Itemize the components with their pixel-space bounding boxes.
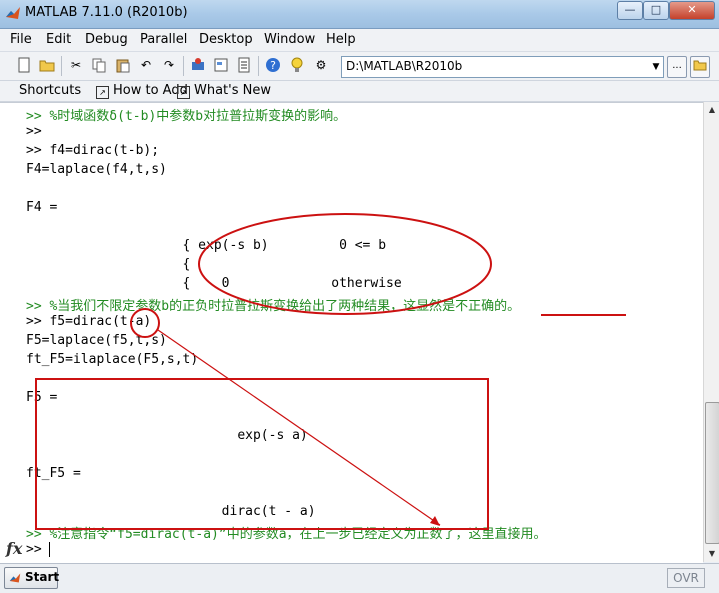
text-cursor: ​ <box>49 542 51 557</box>
simulink-icon[interactable] <box>190 57 206 73</box>
comment-line: >> %当我们不限定参数b的正负时拉普拉斯变换给出了两种结果，这显然是不正确的。 <box>26 299 521 314</box>
menu-bar: File Edit Debug Parallel Desktop Window … <box>0 29 719 52</box>
redo-icon[interactable]: ↷ <box>161 57 177 73</box>
output-line: { exp(-s b) 0 <= b <box>26 238 387 253</box>
output-line: { <box>26 257 191 272</box>
shortcut-icon: ↗ <box>177 86 190 99</box>
paste-icon[interactable] <box>115 57 131 73</box>
shortcut-icon: ↗ <box>96 86 109 99</box>
output-line: F5 = <box>26 390 58 405</box>
close-button[interactable]: ✕ <box>669 1 715 20</box>
toolbar-separator <box>258 56 259 76</box>
svg-text:?: ? <box>270 59 276 72</box>
up-folder-icon <box>693 60 707 71</box>
menu-desktop[interactable]: Desktop <box>199 32 253 47</box>
output-line: exp(-s a) <box>26 428 308 443</box>
command-line: >> <box>26 124 42 139</box>
shortcut-whats-new[interactable]: ↗ What's New <box>177 83 271 99</box>
matlab-logo-icon <box>6 7 20 19</box>
output-line: ft_F5 = <box>26 466 81 481</box>
shortcut-how-to-add[interactable]: ↗ How to Add <box>96 83 188 99</box>
open-folder-icon[interactable] <box>39 57 55 73</box>
settings-icon[interactable]: ⚙ <box>313 57 329 73</box>
command-line: F5=laplace(f5,t,s) <box>26 333 167 348</box>
guide-icon[interactable] <box>213 57 229 73</box>
cut-icon[interactable]: ✂ <box>68 57 84 73</box>
menu-window[interactable]: Window <box>264 32 315 47</box>
new-file-icon[interactable] <box>16 57 32 73</box>
shortcuts-label: Shortcuts <box>19 83 82 98</box>
scroll-up-icon[interactable]: ▲ <box>704 102 719 118</box>
toolbar: ✂ ↶ ↷ ? ⚙ D:\MATLAB\R2010b ▼ ... <box>0 52 719 81</box>
tip-icon[interactable] <box>289 57 305 73</box>
start-button[interactable]: Start <box>4 567 60 589</box>
current-directory-field[interactable]: D:\MATLAB\R2010b ▼ <box>341 56 664 78</box>
menu-parallel[interactable]: Parallel <box>140 32 187 47</box>
comment-line: >> %注意指令“f5=dirac(t-a)”中的参数a，在上一步已经定义为正数… <box>26 527 547 542</box>
menu-help[interactable]: Help <box>326 32 356 47</box>
title-bar: MATLAB 7.11.0 (R2010b) — □ ✕ <box>0 0 719 29</box>
matlab-logo-icon <box>9 573 21 583</box>
maximize-button[interactable]: □ <box>643 1 669 20</box>
overwrite-indicator: OVR <box>667 568 705 588</box>
command-window[interactable]: >> %时域函数δ(t-b)中参数b对拉普拉斯变换的影响。 >> >> f4=d… <box>0 102 703 563</box>
menu-file[interactable]: File <box>10 32 32 47</box>
output-line: dirac(t - a) <box>26 504 316 519</box>
current-directory-value: D:\MATLAB\R2010b <box>346 59 463 73</box>
output-line: F4 = <box>26 200 58 215</box>
window-title: MATLAB 7.11.0 (R2010b) <box>25 5 188 20</box>
comment-line: >> %时域函数δ(t-b)中参数b对拉普拉斯变换的影响。 <box>26 109 347 124</box>
menu-debug[interactable]: Debug <box>85 32 128 47</box>
copy-icon[interactable] <box>91 57 107 73</box>
output-line: { 0 otherwise <box>26 276 402 291</box>
minimize-button[interactable]: — <box>617 1 643 20</box>
scroll-down-icon[interactable]: ▼ <box>704 546 719 562</box>
toolbar-separator <box>61 56 62 76</box>
menu-edit[interactable]: Edit <box>46 32 71 47</box>
toolbar-separator <box>183 56 184 76</box>
vertical-scrollbar[interactable]: ▲ ▼ <box>703 102 719 562</box>
command-prompt[interactable]: >> ​ <box>26 542 51 557</box>
browse-folder-button[interactable]: ... <box>667 56 687 78</box>
command-line: >> f5=dirac(t-a) <box>26 314 152 329</box>
shortcut-label: What's New <box>194 83 271 98</box>
shortcuts-bar: Shortcuts ↗ How to Add ↗ What's New <box>0 81 719 102</box>
prompt-symbol: >> <box>26 542 50 557</box>
scrollbar-thumb[interactable] <box>705 402 719 544</box>
start-label: Start <box>25 570 60 584</box>
command-line: >> f4=dirac(t-b); <box>26 143 160 158</box>
help-icon[interactable]: ? <box>265 57 281 73</box>
command-line: ft_F5=ilaplace(F5,s,t) <box>26 352 199 367</box>
status-bar: Start OVR <box>0 563 719 593</box>
chevron-down-icon[interactable]: ▼ <box>649 57 663 77</box>
command-line: F4=laplace(f4,t,s) <box>26 162 167 177</box>
up-folder-button[interactable] <box>690 56 710 78</box>
profiler-icon[interactable] <box>236 57 252 73</box>
undo-icon[interactable]: ↶ <box>138 57 154 73</box>
function-browser-icon[interactable]: fx <box>6 539 22 558</box>
